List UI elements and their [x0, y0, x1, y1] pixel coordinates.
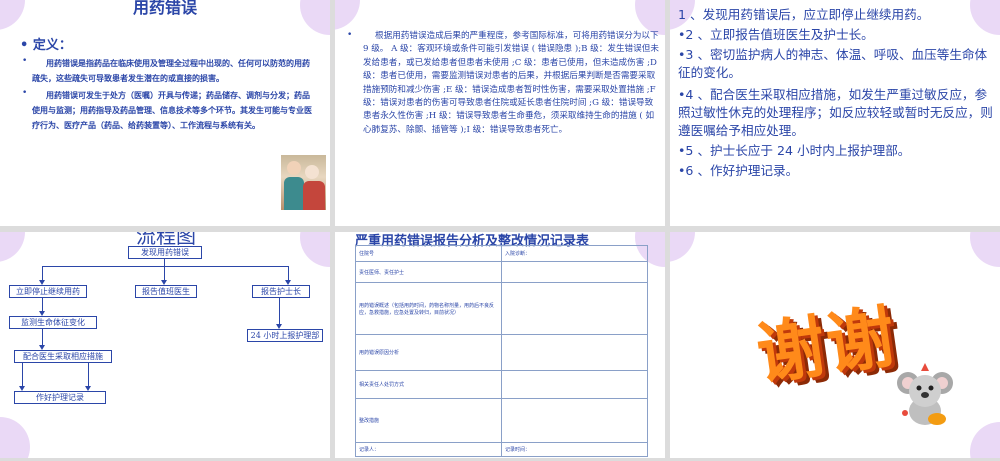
- decor-circle: [0, 417, 30, 458]
- step-item: 1 、发现用药错误后，应立即停止继续用药。: [678, 7, 930, 22]
- koala-icon: [897, 363, 953, 425]
- flow-node-discover: 发现用药错误: [128, 246, 202, 259]
- decor-circle: [970, 422, 1000, 458]
- step-item: •5 、护士长应于 24 小时内上报护理部。: [678, 143, 911, 158]
- step-item: •4 、配合医生采取相应措施，如发生严重过敏反应，参照过敏性休克的处理程序；如反…: [678, 87, 993, 138]
- flow-node-report-24h: 24 小时上报护理部: [247, 329, 323, 342]
- decor-circle: [300, 232, 330, 267]
- decor-circle: [970, 232, 1000, 267]
- step-item: •6 、作好护理记录。: [678, 163, 799, 178]
- form-label: 住院号: [355, 245, 502, 262]
- form-label: 入院诊断：: [501, 245, 648, 262]
- form-label: 整改措施: [355, 398, 502, 443]
- slide-handling-steps[interactable]: 1 、发现用药错误后，应立即停止继续用药。 •2 、立即报告值班医生及护士长。 …: [670, 0, 1000, 226]
- error-level-text: 根据用药错误造成后果的严重程度，参考国际标准，可将用药错误分为以下 9 级。 A…: [363, 31, 659, 135]
- flow-node-cooperate: 配合医生采取相应措施: [14, 350, 112, 363]
- decor-circle: [0, 232, 25, 262]
- form-cell[interactable]: [501, 282, 648, 335]
- slide-flowchart[interactable]: 流程图 发现用药错误 立即停止继续用药 报告值班医生 报告护士长 监测生命体征变…: [0, 232, 330, 458]
- decor-circle: [670, 232, 695, 262]
- bullet-dot: •: [22, 88, 28, 98]
- step-item: •2 、立即报告值班医生及护士长。: [678, 27, 874, 42]
- nurse-patient-photo: [281, 155, 326, 210]
- bullet-dot: •: [347, 30, 353, 40]
- form-label: 责任医师、责任护士: [355, 261, 502, 283]
- form-cell[interactable]: [501, 370, 648, 399]
- slide-title: 用药错误: [132, 0, 197, 17]
- form-label: 记录人：: [355, 442, 502, 457]
- form-label: 用药错误原因分析: [355, 334, 502, 371]
- slide-definition[interactable]: 用药错误 • 定义： • 用药错误是指药品在临床使用及管理全过程中出现的、任何可…: [0, 0, 330, 226]
- bullet-dot: •: [22, 56, 28, 66]
- flow-node-record: 作好护理记录: [14, 391, 106, 404]
- definition-paragraph-1: 用药错误是指药品在临床使用及管理全过程中出现的、任何可以防范的用药疏失，这些疏失…: [32, 59, 310, 83]
- form-label: 用药错误概述（包括用药时间，药物名称剂量，用药后不良反应，急救措施，应急处置及转…: [355, 282, 502, 335]
- flow-node-stop: 立即停止继续用药: [9, 285, 87, 298]
- slide-thanks[interactable]: 谢谢: [670, 232, 1000, 458]
- definition-heading: • 定义：: [20, 38, 72, 53]
- slide-report-form[interactable]: 严重用药错误报告分析及整改情况记录表 住院号 入院诊断： 责任医师、责任护士 用…: [335, 232, 665, 458]
- form-cell[interactable]: [501, 261, 648, 283]
- form-label: 相关责任人处罚方式: [355, 370, 502, 399]
- definition-paragraph-2: 用药错误可发生于处方（医嘱）开具与传递；药品储存、调剂与分发；药品使用与监测；用…: [32, 91, 312, 130]
- form-cell[interactable]: [501, 398, 648, 443]
- form-cell[interactable]: [501, 334, 648, 371]
- step-item: •3 、密切监护病人的神志、体温、呼吸、血压等生命体征的变化。: [678, 47, 988, 80]
- form-label: 记录时间：: [501, 442, 648, 457]
- thanks-text: 谢谢: [752, 296, 902, 396]
- decor-circle: [335, 0, 360, 30]
- slide-error-levels[interactable]: • 根据用药错误造成后果的严重程度，参考国际标准，可将用药错误分为以下 9 级。…: [335, 0, 665, 226]
- report-form-table: 住院号 入院诊断： 责任医师、责任护士 用药错误概述（包括用药时间，药物名称剂量…: [355, 245, 648, 457]
- flow-node-monitor: 监测生命体征变化: [9, 316, 97, 329]
- flow-node-report-doctor: 报告值班医生: [135, 285, 197, 298]
- flow-node-report-head: 报告护士长: [252, 285, 310, 298]
